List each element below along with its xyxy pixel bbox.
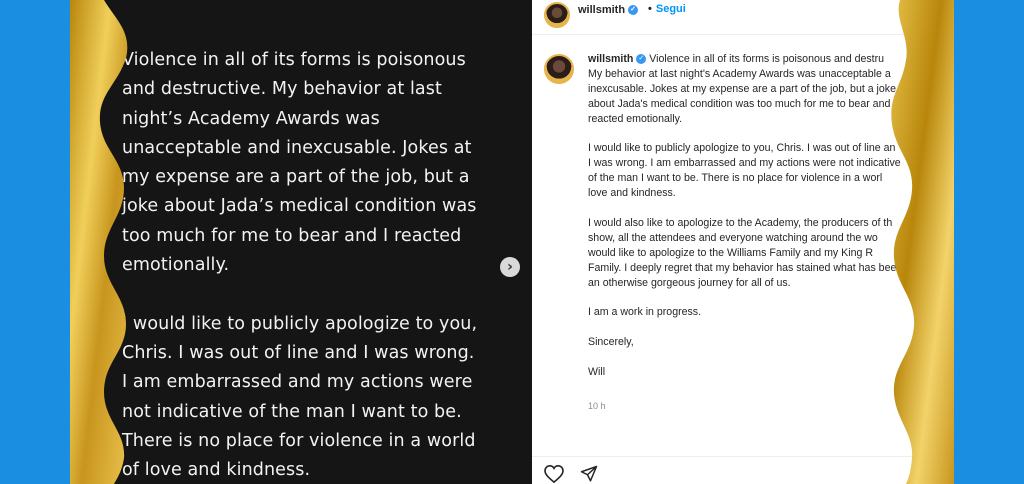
send-icon[interactable] (580, 465, 598, 483)
collage-frame: Violence in all of its forms is poisonou… (70, 0, 954, 484)
chevron-right-icon[interactable]: › (500, 257, 520, 277)
caption-body: My behavior at last night's Academy Awar… (588, 67, 901, 379)
follow-button[interactable]: • Segui (648, 3, 686, 15)
header-username[interactable]: willsmith ✓ (578, 4, 639, 16)
heart-icon[interactable] (544, 465, 564, 483)
gold-wave-right (891, 0, 954, 484)
caption-first-line: Violence in all of its forms is poisonou… (649, 53, 885, 65)
caption-avatar[interactable] (544, 54, 574, 84)
post-timestamp: 10 h (588, 401, 606, 411)
caption-username[interactable]: willsmith (588, 53, 633, 65)
gold-wave-left (70, 0, 128, 484)
verified-badge-icon: ✓ (628, 5, 639, 16)
verified-badge-icon: ✓ (636, 54, 647, 65)
avatar[interactable] (544, 2, 570, 28)
